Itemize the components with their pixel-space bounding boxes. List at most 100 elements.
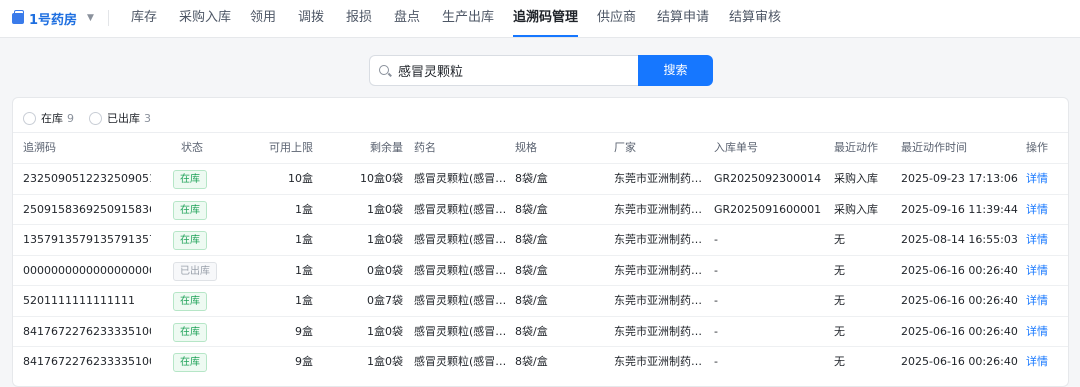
drug-name: 感冒灵颗粒(感冒… [414, 294, 506, 307]
available-limit: 1盒 [295, 202, 313, 216]
tab-requisition[interactable]: 领用 [250, 0, 276, 37]
tab-supplier[interactable]: 供应商 [597, 0, 636, 37]
status-badge: 在库 [173, 200, 207, 220]
manufacturer: 东莞市亚洲制药… [614, 172, 702, 185]
status-badge: 在库 [173, 322, 207, 342]
trace-code: 0000000000000000000… [23, 263, 151, 277]
tab-production-outbound[interactable]: 生产出库 [442, 0, 494, 37]
available-limit: 9盒 [295, 324, 313, 338]
chevron-down-icon: ▼ [87, 13, 94, 23]
manufacturer: 东莞市亚洲制药… [614, 263, 702, 277]
tab-inventory[interactable]: 库存 [131, 0, 157, 37]
table-row: 25091583692509158369 在库 1盒 1盒0袋 感冒灵颗粒(感冒… 8袋/… [13, 193, 1068, 225]
inbound-order-no: GR2025092300014 [714, 172, 822, 185]
spec: 8袋/盒 [515, 355, 548, 368]
detail-link[interactable]: 详情 [1026, 256, 1048, 286]
filter-label: 在库 [41, 112, 63, 125]
column-header: 状态 [181, 141, 203, 154]
trace-code: 5201111111111111 [23, 294, 135, 307]
radio-icon[interactable] [89, 111, 102, 125]
spec: 8袋/盒 [515, 294, 548, 307]
trace-code: 13579135791357913579 [23, 233, 151, 246]
remaining-qty: 0盒0袋 [367, 263, 403, 277]
store-name: 1号药房 [29, 12, 78, 28]
column-header: 操作 [1026, 141, 1048, 154]
trace-code: 25091583692509158369 [23, 202, 151, 216]
status-badge: 在库 [173, 231, 207, 250]
last-action-time: 2025-09-23 17:13:06 [901, 172, 1018, 185]
spec: 8袋/盒 [515, 233, 548, 246]
store-selector[interactable]: 1号药房 ▼ [12, 0, 94, 36]
inbound-order-no: - [714, 324, 718, 338]
radio-icon[interactable] [23, 111, 36, 125]
traceability-table-card: 在库 9 已出库 3 追溯码 状态 可用上限 剩余量 药名 规格 厂家 入库单号… [12, 97, 1069, 387]
detail-link[interactable]: 详情 [1026, 225, 1048, 255]
search-input[interactable] [398, 56, 628, 85]
tab-transfer[interactable]: 调拨 [298, 0, 324, 37]
filter-in-stock[interactable]: 在库 9 [23, 110, 74, 126]
drug-name: 感冒灵颗粒(感冒… [414, 355, 506, 368]
trace-code: 84176722762333351008 [23, 355, 151, 368]
nav-divider [108, 10, 109, 26]
column-header: 可用上限 [269, 141, 313, 154]
status-badge: 在库 [173, 170, 207, 189]
remaining-qty: 1盒0袋 [367, 202, 403, 216]
tab-traceability[interactable]: 追溯码管理 [513, 0, 579, 37]
table-row: 23250905122325090512 在库 10盒 10盒0袋 感冒灵颗粒(感冒… 8… [13, 163, 1068, 194]
manufacturer: 东莞市亚洲制药… [614, 233, 702, 246]
top-nav-bar: 1号药房 ▼ 库存 采购入库 领用 调拨 报损 盘点 生产出库 追溯码管理 供应… [0, 0, 1080, 38]
last-action-time: 2025-06-16 00:26:40 [901, 294, 1018, 307]
last-action: 无 [834, 355, 845, 368]
manufacturer: 东莞市亚洲制药… [614, 202, 702, 216]
table-row: 13579135791357913579 在库 1盒 1盒0袋 感冒灵颗粒(感冒… 8袋/… [13, 224, 1068, 255]
last-action-time: 2025-06-16 00:26:40 [901, 324, 1018, 338]
last-action: 采购入库 [834, 172, 878, 185]
search-button[interactable]: 搜索 [638, 55, 713, 86]
column-header: 入库单号 [714, 141, 758, 154]
tab-settlement-review[interactable]: 结算审核 [729, 0, 781, 37]
drug-name: 感冒灵颗粒(感冒… [414, 263, 506, 277]
filter-count: 3 [144, 111, 151, 125]
last-action: 采购入库 [834, 202, 878, 216]
spec: 8袋/盒 [515, 324, 548, 338]
tab-settlement-request[interactable]: 结算申请 [657, 0, 709, 37]
status-badge: 已出库 [173, 261, 217, 281]
inbound-order-no: - [714, 263, 718, 277]
search-field[interactable] [369, 55, 639, 86]
available-limit: 1盒 [295, 294, 313, 307]
detail-link[interactable]: 详情 [1026, 347, 1048, 377]
remaining-qty: 1盒0袋 [367, 355, 403, 368]
table-row: 84176722762333351008 在库 9盒 1盒0袋 感冒灵颗粒(感冒… 8袋/… [13, 315, 1068, 347]
drug-name: 感冒灵颗粒(感冒… [414, 324, 506, 338]
column-header: 规格 [515, 141, 537, 154]
column-header: 药名 [414, 141, 436, 154]
search-icon [379, 65, 389, 75]
spec: 8袋/盒 [515, 172, 548, 185]
last-action-time: 2025-06-16 00:26:40 [901, 355, 1018, 368]
detail-link[interactable]: 详情 [1026, 286, 1048, 316]
column-header: 追溯码 [23, 141, 56, 154]
inbound-order-no: - [714, 355, 718, 368]
tab-stocktake[interactable]: 盘点 [394, 0, 420, 37]
remaining-qty: 1盒0袋 [367, 324, 403, 338]
inbound-order-no: - [714, 294, 718, 307]
manufacturer: 东莞市亚洲制药… [614, 355, 702, 368]
detail-link[interactable]: 详情 [1026, 317, 1048, 347]
inbound-order-no: GR2025091600001 [714, 202, 822, 216]
column-header: 剩余量 [370, 141, 403, 154]
filter-count: 9 [67, 111, 74, 125]
spec: 8袋/盒 [515, 202, 548, 216]
detail-link[interactable]: 详情 [1026, 164, 1048, 194]
table-header: 追溯码 状态 可用上限 剩余量 药名 规格 厂家 入库单号 最近动作 最近动作时… [13, 133, 1068, 163]
store-icon [12, 9, 24, 24]
table-row: 0000000000000000000… 已出库 1盒 0盒0袋感冒灵颗粒(感冒… 8袋… [13, 254, 1068, 286]
tab-purchase-inbound[interactable]: 采购入库 [179, 0, 231, 37]
filter-label: 已出库 [107, 112, 140, 125]
tab-damage-report[interactable]: 报损 [346, 0, 372, 37]
detail-link[interactable]: 详情 [1026, 195, 1048, 225]
column-header: 最近动作时间 [901, 141, 967, 154]
status-badge: 在库 [173, 292, 207, 311]
filter-checked-out[interactable]: 已出库 3 [89, 110, 151, 126]
last-action-time: 2025-08-14 16:55:03 [901, 233, 1018, 246]
drug-name: 感冒灵颗粒(感冒… [414, 172, 506, 185]
